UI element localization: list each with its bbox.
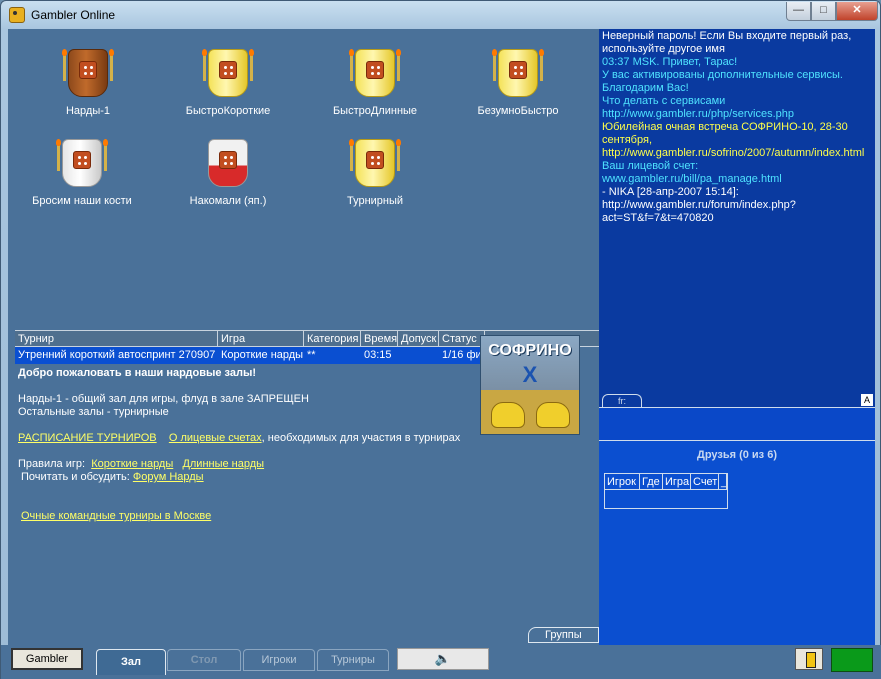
- room-crazy-fast[interactable]: БезумноБыстро: [448, 43, 588, 133]
- schedule-link[interactable]: РАСПИСАНИЕ ТУРНИРОВ: [18, 432, 157, 444]
- cell-time: 03:15: [364, 349, 392, 361]
- tab-table[interactable]: Стол: [167, 649, 241, 671]
- chat-message: У вас активированы дополнительные сервис…: [602, 69, 843, 94]
- bottom-toolbar: Gambler Зал Стол Игроки Турниры 🔈: [1, 645, 881, 679]
- friends-table: Игрок Где Игра Счет _: [604, 473, 728, 509]
- welcome-heading: Добро пожаловать в наши нардовые залы!: [18, 367, 257, 379]
- friends-col-extra[interactable]: _: [719, 474, 727, 490]
- room-nakomali[interactable]: Накомали (яп.): [158, 133, 298, 223]
- gambler-button[interactable]: Gambler: [11, 648, 83, 670]
- exit-door-icon[interactable]: [795, 648, 823, 670]
- chat-link[interactable]: www.gambler.ru/bill/pa_manage.html: [602, 173, 872, 186]
- white-dice-cup-icon: [53, 133, 111, 191]
- chat-toolbar: fr: A: [599, 392, 875, 407]
- forum-link[interactable]: Форум Нарды: [133, 471, 204, 483]
- speaker-icon: 🔈: [434, 651, 452, 666]
- tab-players[interactable]: Игроки: [243, 649, 315, 671]
- app-window: Gambler Online — □ ✕ Нарды-1 БыстроКорот…: [0, 0, 881, 679]
- room-label: Бросим наши кости: [32, 195, 132, 207]
- room-fast-short[interactable]: БыстроКороткие: [158, 43, 298, 133]
- column-header-time[interactable]: Время: [361, 331, 398, 347]
- brown-dice-cup-icon: [59, 43, 117, 101]
- chat-log: Неверный пароль! Если Вы входите первый …: [599, 29, 875, 392]
- elephant-icon: [536, 402, 570, 428]
- yellow-dice-cup-icon: [346, 43, 404, 101]
- tab-tournaments[interactable]: Турниры: [317, 649, 389, 671]
- minimize-button[interactable]: —: [786, 2, 811, 21]
- accounts-link[interactable]: О лицевые счетах: [169, 432, 262, 444]
- cell-category: **: [307, 349, 316, 361]
- accounts-suffix: , необходимых для участия в турнирах: [261, 432, 461, 444]
- chat-link[interactable]: http://www.gambler.ru/php/services.php: [602, 108, 872, 121]
- room-label: БезумноБыстро: [477, 105, 559, 117]
- cell-access: 1/16 фи: [442, 349, 482, 361]
- column-header-category[interactable]: Категория: [304, 331, 361, 347]
- table-row[interactable]: Утренний короткий автоспринт 270907 Коро…: [15, 347, 485, 364]
- chat-fr-tab[interactable]: fr:: [602, 394, 642, 407]
- chat-input[interactable]: [599, 407, 875, 441]
- info-line: Нарды-1 - общий зал для игры, флуд в зал…: [18, 393, 309, 405]
- column-header-game[interactable]: Игра: [218, 331, 304, 347]
- client-area: Нарды-1 БыстроКороткие БыстроДлинные Без…: [8, 29, 875, 673]
- friends-col-where[interactable]: Где: [640, 474, 663, 490]
- room-label: Накомали (яп.): [189, 195, 267, 207]
- sofrino-banner[interactable]: СОФРИНО X: [480, 335, 580, 435]
- font-size-button[interactable]: A: [861, 394, 873, 406]
- moscow-tournaments-link[interactable]: Очные командные турниры в Москве: [21, 510, 211, 522]
- room-tournament[interactable]: Турнирный: [305, 133, 445, 223]
- rules-label: Правила игр:: [18, 458, 86, 470]
- room-label: БыстроКороткие: [185, 105, 271, 117]
- chat-message: Ваш лицевой счет:: [602, 160, 699, 172]
- room-throw-dice[interactable]: Бросим наши кости: [12, 133, 152, 223]
- elephant-icon: [491, 402, 525, 428]
- yellow-dice-cup-icon: [199, 43, 257, 101]
- column-header-status[interactable]: Статус: [439, 331, 485, 347]
- banner-subtitle: X: [522, 362, 538, 387]
- groups-tab[interactable]: Группы: [528, 627, 599, 643]
- room-nardy-1[interactable]: Нарды-1: [18, 43, 158, 133]
- short-nardy-link[interactable]: Короткие нарды: [91, 458, 173, 470]
- room-fast-long[interactable]: БыстроДлинные: [305, 43, 445, 133]
- chat-link[interactable]: http://www.gambler.ru/sofrino/2007/autum…: [602, 147, 872, 160]
- column-header-tournament[interactable]: Турнир: [15, 331, 218, 347]
- friends-col-game[interactable]: Игра: [663, 474, 691, 490]
- chat-message: 03:37 MSK. Привет, Тарас!: [602, 56, 738, 68]
- maximize-button[interactable]: □: [811, 2, 836, 21]
- column-header-access[interactable]: Допуск: [398, 331, 439, 347]
- friends-col-score[interactable]: Счет: [691, 474, 719, 490]
- friends-panel: Друзья (0 из 6) Игрок Где Игра Счет _: [599, 441, 875, 673]
- close-button[interactable]: ✕: [836, 2, 878, 21]
- red-dice-cup-icon: [199, 133, 257, 191]
- tab-hall[interactable]: Зал: [96, 649, 166, 675]
- friends-title: Друзья (0 из 6): [697, 449, 777, 461]
- welcome-info: Добро пожаловать в наши нардовые залы! Н…: [18, 367, 478, 523]
- rooms-panel: Нарды-1 БыстроКороткие БыстроДлинные Без…: [8, 29, 599, 333]
- sound-button[interactable]: 🔈: [397, 648, 489, 670]
- cell-game: Короткие нарды II: [221, 349, 304, 361]
- chat-message: - NIKA [28-апр-2007 15:14]:: [602, 186, 739, 198]
- chat-link[interactable]: http://www.gambler.ru/forum/index.php?ac…: [602, 199, 872, 225]
- window-title: Gambler Online: [31, 8, 116, 22]
- chat-message: Неверный пароль! Если Вы входите первый …: [602, 30, 852, 55]
- room-label: Турнирный: [346, 195, 404, 207]
- app-logo-icon: [9, 7, 25, 23]
- connection-status-indicator: [831, 648, 873, 672]
- yellow-dice-cup-icon: [346, 133, 404, 191]
- banner-title: СОФРИНО: [488, 342, 572, 359]
- cell-tournament: Утренний короткий автоспринт 270907: [18, 349, 216, 361]
- yellow-dice-cup-icon: [489, 43, 547, 101]
- forum-label: Почитать и обсудить:: [21, 471, 130, 483]
- chat-message: Что делать с сервисами: [602, 95, 726, 107]
- title-bar[interactable]: Gambler Online — □ ✕: [1, 1, 880, 29]
- room-label: БыстроДлинные: [332, 105, 418, 117]
- info-line: Остальные залы - турнирные: [18, 406, 169, 418]
- chat-message: Юбилейная очная встреча СОФРИНО-10, 28-3…: [602, 121, 848, 146]
- friends-col-player[interactable]: Игрок: [605, 474, 640, 490]
- room-label: Нарды-1: [65, 105, 111, 117]
- long-nardy-link[interactable]: Длинные нарды: [182, 458, 264, 470]
